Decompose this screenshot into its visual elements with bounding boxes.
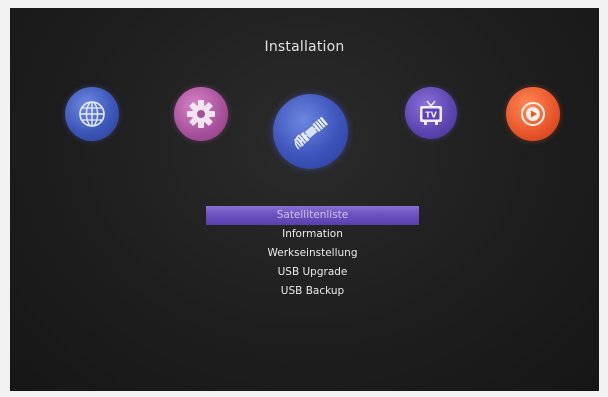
satellite-icon[interactable]: [273, 94, 348, 169]
page-title: Installation: [264, 39, 345, 55]
menu-item-usb-backup[interactable]: USB Backup: [206, 282, 419, 301]
menu-item-werkseinstellung[interactable]: Werkseinstellung: [206, 244, 419, 263]
installation-menu: Satellitenliste Information Werkseinstel…: [206, 206, 419, 301]
play-icon[interactable]: [506, 87, 560, 141]
globe-icon[interactable]: [65, 87, 119, 141]
tv-icon[interactable]: TV: [405, 87, 457, 139]
menu-item-usb-upgrade[interactable]: USB Upgrade: [206, 263, 419, 282]
tv-screen: Installation TV Satellitenliste Informat…: [10, 8, 599, 391]
menu-item-satellitenliste[interactable]: Satellitenliste: [206, 206, 419, 225]
svg-text:TV: TV: [425, 111, 437, 120]
menu-item-information[interactable]: Information: [206, 225, 419, 244]
gear-icon[interactable]: [174, 87, 228, 141]
